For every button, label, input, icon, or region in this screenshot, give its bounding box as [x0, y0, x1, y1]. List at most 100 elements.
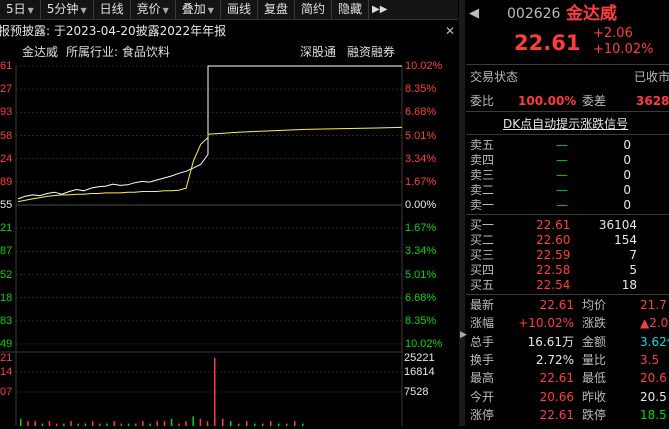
volume-bar	[192, 416, 194, 426]
percent-tick-label: 10.02%	[405, 338, 443, 350]
bid-row: 买四 22.58 5	[466, 262, 669, 278]
volume-bar	[27, 421, 29, 426]
bid-price: 22.54	[536, 278, 571, 292]
ask-level-label: 卖二	[470, 183, 495, 197]
bid-level-label: 买二	[470, 233, 495, 247]
stat-label: 最低	[582, 371, 607, 386]
chevron-down-icon: ▼	[207, 6, 214, 15]
stat-label: 最高	[470, 371, 495, 386]
volume-bar	[70, 421, 72, 426]
stat-label: 涨跌	[582, 316, 607, 331]
price-tick-label: 27	[0, 83, 13, 96]
intraday-chart[interactable]	[0, 60, 458, 426]
stat-label: 今开	[470, 389, 495, 404]
stat-value: 22.61	[539, 407, 574, 422]
toolbar-5day-button[interactable]: 5日 ▼	[0, 0, 41, 19]
chevron-down-icon: ▼	[80, 6, 87, 15]
intraday-chart-svg	[0, 65, 403, 426]
bid-row: 买一 22.61 36104	[466, 217, 669, 233]
toolbar-replay-button[interactable]: 复盘	[258, 0, 295, 19]
chevron-down-icon: ▼	[162, 6, 169, 15]
stat-value: 22.61	[539, 298, 574, 312]
price-tick-label: 24	[0, 152, 13, 165]
stat-value: 20.5	[640, 389, 667, 404]
toolbar-simple-button[interactable]: 简约	[295, 0, 332, 19]
ask-volume: 0	[623, 183, 631, 197]
stat-label: 总手	[470, 334, 495, 349]
report-notice: 年报预披露: 于2023-04-20披露2022年年报	[0, 24, 227, 38]
ask-volume: 0	[623, 153, 631, 167]
ask-volume: 0	[623, 138, 631, 152]
bid-price: 22.60	[536, 233, 571, 247]
volume-bar	[230, 421, 232, 426]
ask-level-label: 卖一	[470, 198, 495, 212]
weicha-label: 委差	[582, 94, 607, 108]
stat-value: 16.61万	[527, 334, 574, 349]
chevron-down-icon: ▼	[27, 6, 34, 15]
change-value: +2.06	[593, 26, 633, 41]
volume-bar	[163, 421, 166, 426]
stat-value: 3.5	[640, 352, 660, 367]
stat-label: 金额	[582, 334, 607, 349]
toolbar-auction-button[interactable]: 竞价 ▼	[131, 0, 176, 19]
toolbar-daily-button[interactable]: 日线	[94, 0, 131, 19]
bid-level-label: 买五	[470, 278, 495, 292]
more-arrows-icon[interactable]: ▶▶	[369, 4, 387, 15]
price-tick-label: 52	[0, 268, 13, 281]
weibi-value: 100.00%	[518, 94, 577, 108]
state-value: 已收市	[634, 70, 669, 84]
volume-tick-label: 07	[0, 386, 13, 398]
volume-bar	[91, 421, 94, 426]
volume-bar	[270, 421, 272, 426]
stat-row: 换手 2.72% 量比 3.5	[466, 352, 669, 368]
ask-row: 卖二 — 0	[466, 182, 669, 198]
percent-tick-label: 1.67%	[405, 222, 437, 235]
stat-label: 跌停	[582, 407, 607, 422]
ask-level-label: 卖三	[470, 168, 495, 182]
toolbar-draw-button[interactable]: 画线	[221, 0, 258, 19]
ask-row: 卖五 — 0	[466, 137, 669, 153]
stat-label: 换手	[470, 352, 495, 367]
percent-tick-label: 6.68%	[405, 106, 437, 119]
volume-bar	[34, 421, 36, 426]
price-line	[17, 65, 402, 200]
stat-label: 均价	[582, 298, 607, 312]
stat-value: 20.66	[539, 389, 574, 404]
quote-panel: ◀ 002626 金达威 22.61 +2.06 +10.02% 交易状态 已收…	[466, 0, 669, 426]
stat-label: 涨停	[470, 407, 495, 422]
volume-bar	[48, 421, 51, 426]
state-label: 交易状态	[470, 70, 519, 84]
dk-signal-link[interactable]: DK点自动提示涨跌信号	[503, 116, 628, 132]
volume-bar	[185, 421, 187, 426]
bid-level-label: 买三	[470, 248, 495, 262]
ask-volume: 0	[623, 198, 631, 212]
volume-bar	[170, 418, 173, 426]
price-tick-label: 87	[0, 245, 13, 258]
prev-arrow-icon[interactable]: ◀	[469, 6, 479, 22]
bid-volume: 7	[629, 248, 637, 262]
toolbar-hide-button[interactable]: 隐藏	[332, 0, 370, 19]
ask-price: —	[556, 153, 568, 167]
ask-volume: 0	[623, 168, 631, 182]
stat-row: 涨幅 +10.02% 涨跌 ▲2.0	[466, 315, 669, 331]
bid-volume: 154	[614, 233, 637, 247]
stat-value: 3.62亿	[640, 334, 669, 349]
bid-level-label: 买四	[470, 263, 495, 277]
stat-value: 21.7	[640, 298, 667, 312]
volume-bar	[222, 418, 224, 426]
volume-bar	[20, 418, 22, 426]
price-tick-label: 83	[0, 314, 13, 327]
stat-value: +10.02%	[518, 316, 574, 331]
volume-bar	[156, 421, 158, 426]
bid-price: 22.58	[536, 263, 571, 277]
weibi-label: 委比	[470, 94, 495, 108]
close-icon[interactable]: ✕	[443, 20, 457, 42]
ask-row: 卖四 — 0	[466, 152, 669, 168]
industry-label: 所属行业: 食品饮料	[66, 45, 170, 59]
toolbar-overlay-button[interactable]: 叠加 ▼	[176, 0, 221, 19]
percent-tick-label: 0.00%	[405, 199, 437, 211]
percent-tick-label: 10.02%	[405, 60, 443, 72]
panel-separator[interactable]	[459, 0, 465, 426]
toolbar-5min-button[interactable]: 5分钟 ▼	[41, 0, 94, 19]
stat-value: 22.61	[539, 371, 574, 386]
